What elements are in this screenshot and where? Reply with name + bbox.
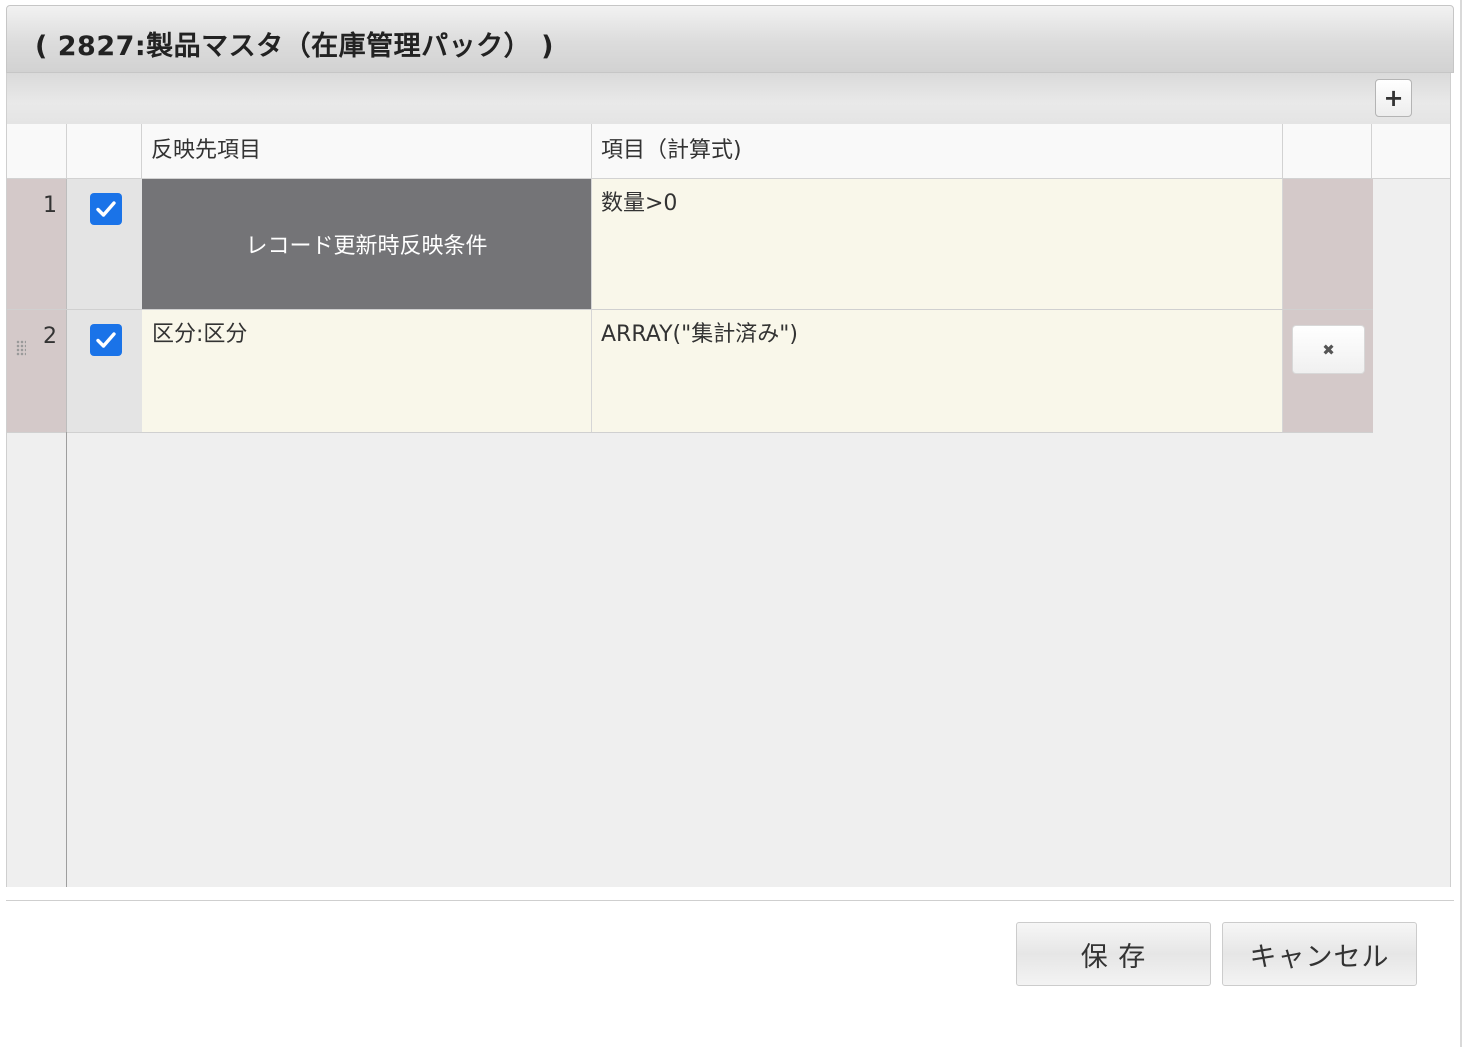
save-button[interactable]: 保 存 [1016,922,1211,986]
grid-toolbar: + [7,73,1450,124]
row-checkbox[interactable] [90,324,122,356]
check-icon [96,332,116,348]
footer-divider [6,900,1454,901]
header-formula[interactable]: 項目（計算式) [592,124,1283,179]
row-action-cell [1283,179,1373,309]
row-check-cell [67,179,142,309]
header-rownum [7,124,67,179]
header-action [1283,124,1372,179]
row-number-cell: 2 [7,310,67,432]
row-number: 1 [7,179,67,309]
dialog-titlebar: ( 2827:製品マスタ（在庫管理パック） ) [6,5,1454,73]
header-check [67,124,142,179]
close-icon: ✖ [1322,340,1335,359]
table-row[interactable]: 1 レコード更新時反映条件 数量>0 [7,179,1373,310]
delete-row-button[interactable]: ✖ [1292,325,1365,374]
row-action-cell: ✖ [1283,310,1373,432]
check-icon [96,201,116,217]
target-cell[interactable]: 区分:区分 [142,310,592,432]
row-checkbox[interactable] [90,193,122,225]
target-label: レコード更新時反映条件 [245,234,488,259]
dialog: ( 2827:製品マスタ（在庫管理パック） ) + 反映先項目 項目（計算式) … [0,0,1462,1047]
grid-header: 反映先項目 項目（計算式) [7,124,1450,179]
row-number-divider [66,432,67,887]
dialog-title: ( 2827:製品マスタ（在庫管理パック） ) [35,31,554,62]
target-cell[interactable]: レコード更新時反映条件 [142,179,592,309]
table-row[interactable]: 2 区分:区分 ARRAY("集計済み") ✖ [7,310,1373,433]
add-row-button[interactable]: + [1375,79,1412,117]
formula-cell[interactable]: 数量>0 [592,179,1283,309]
row-number: 2 [43,324,57,349]
formula-grid: + 反映先項目 項目（計算式) 1 レコード更新時反映条件 数量>0 2 区分:… [6,73,1451,887]
plus-icon: + [1383,84,1404,112]
cancel-button[interactable]: キャンセル [1222,922,1417,986]
formula-cell[interactable]: ARRAY("集計済み") [592,310,1283,432]
drag-handle-icon[interactable] [16,340,26,356]
header-target[interactable]: 反映先項目 [142,124,592,179]
row-check-cell [67,310,142,432]
